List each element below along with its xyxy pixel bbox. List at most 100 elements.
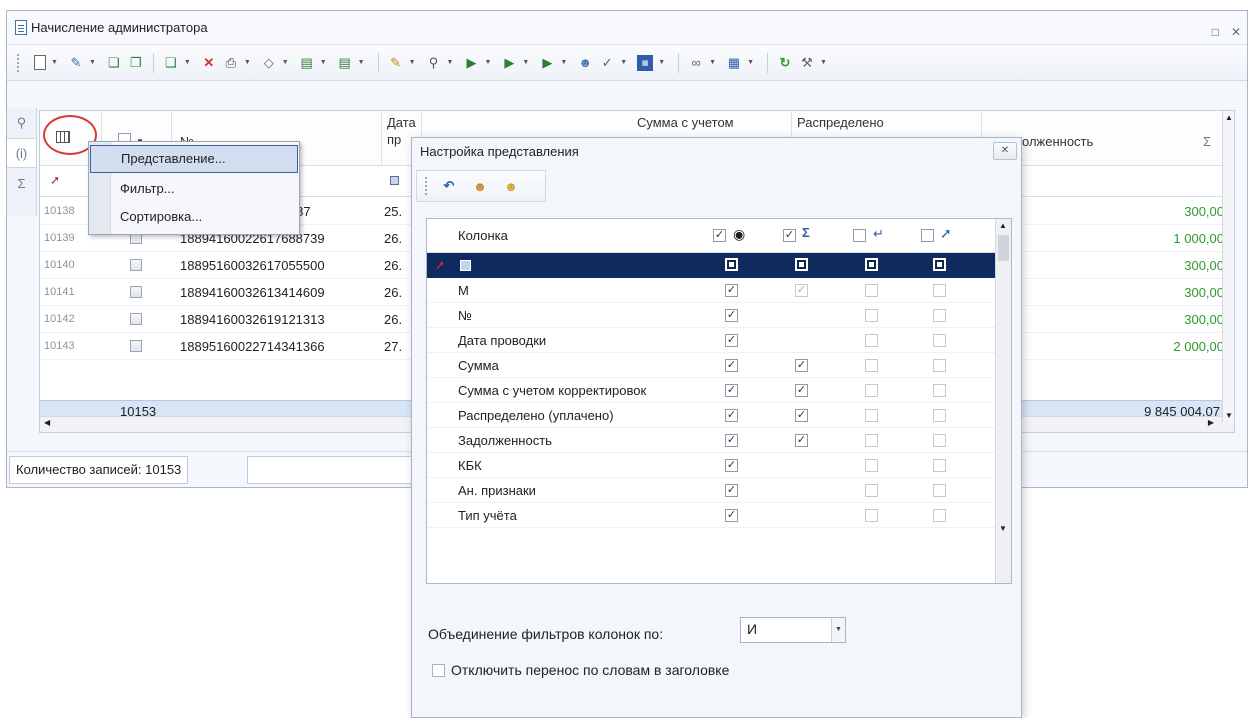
duplicate-icon[interactable]: ❑ — [163, 55, 179, 71]
filter-square-icon[interactable] — [390, 176, 399, 185]
eraser-icon[interactable]: ◇ — [261, 55, 277, 71]
dropdown-arrow-icon[interactable]: ▼ — [658, 59, 665, 66]
dropdown-arrow-icon[interactable]: ▼ — [244, 59, 251, 66]
visible-checkbox[interactable]: ✓ — [725, 359, 738, 372]
column-row[interactable]: Задолженность ✓ ✓ — [427, 428, 997, 453]
pin-checkbox[interactable] — [933, 459, 946, 472]
grid-icon[interactable]: ▦ — [637, 54, 654, 71]
scroll-up-icon[interactable]: ▲ — [999, 221, 1007, 230]
search-doc-icon[interactable]: ⚲ — [426, 55, 442, 71]
pin-checkbox[interactable] — [933, 484, 946, 497]
visible-checkbox[interactable]: ✓ — [725, 409, 738, 422]
wrap-checkbox[interactable] — [865, 384, 878, 397]
visible-checkbox[interactable]: ✓ — [725, 309, 738, 322]
visible-toggle[interactable] — [725, 258, 738, 271]
columns-scrollbar[interactable]: ▲ ▼ — [995, 219, 1011, 583]
all-visible-checkbox[interactable]: ✓ — [713, 229, 726, 242]
dropdown-arrow-icon[interactable]: ▼ — [282, 59, 289, 66]
pin-checkbox[interactable] — [933, 509, 946, 522]
all-wrap-checkbox[interactable] — [853, 229, 866, 242]
disable-wrap-option[interactable]: Отключить перенос по словам в заголовке — [432, 662, 729, 678]
column-row[interactable]: Дата проводки ✓ — [427, 328, 997, 353]
toolbar-grip[interactable] — [17, 53, 21, 72]
visible-checkbox[interactable]: ✓ — [725, 334, 738, 347]
visible-checkbox[interactable]: ✓ — [725, 434, 738, 447]
dropdown-arrow-icon[interactable]: ▼ — [747, 59, 754, 66]
menu-item-sort[interactable]: Сортировка... — [90, 203, 298, 231]
pin-checkbox[interactable] — [933, 384, 946, 397]
menu-item-filter[interactable]: Фильтр... — [90, 175, 298, 203]
users-icon[interactable]: ☻ — [577, 55, 593, 71]
dropdown-arrow-icon[interactable]: ▼ — [409, 59, 416, 66]
row-checkbox[interactable] — [130, 313, 142, 325]
tools-icon[interactable]: ⚒ — [799, 55, 815, 71]
selected-row[interactable]: ➚ — [427, 253, 997, 278]
sum-checkbox[interactable]: ✓ — [795, 359, 808, 372]
scroll-down-icon[interactable]: ▼ — [1225, 411, 1233, 420]
visible-checkbox[interactable]: ✓ — [725, 459, 738, 472]
dropdown-arrow-icon[interactable]: ▼ — [560, 59, 567, 66]
scroll-thumb[interactable] — [998, 235, 1009, 261]
wrap-checkbox[interactable] — [865, 284, 878, 297]
print-icon[interactable]: ⎙ — [223, 55, 239, 71]
document-edit-icon[interactable]: ✎ — [388, 55, 404, 71]
row-checkbox[interactable] — [130, 340, 142, 352]
column-row[interactable]: М ✓ ✓ — [427, 278, 997, 303]
forward2-icon[interactable]: ▶ — [501, 55, 517, 71]
menu-item-view[interactable]: Представление... — [90, 145, 298, 173]
pin-toggle[interactable] — [933, 258, 946, 271]
close-icon[interactable]: ✕ — [993, 142, 1017, 160]
close-icon[interactable]: ✕ — [1231, 25, 1241, 39]
dropdown-arrow-icon[interactable]: ▼ — [620, 59, 627, 66]
pin-icon[interactable]: ➚ — [50, 173, 60, 187]
wrap-checkbox[interactable] — [865, 359, 878, 372]
pin-checkbox[interactable] — [933, 334, 946, 347]
dropdown-arrow-icon[interactable]: ▼ — [709, 59, 716, 66]
dropdown-arrow-icon[interactable]: ▼ — [447, 59, 454, 66]
pin-checkbox[interactable] — [933, 309, 946, 322]
scroll-right-icon[interactable]: ▶ — [1208, 418, 1214, 427]
dropdown-arrow-icon[interactable]: ▼ — [820, 59, 827, 66]
sum-checkbox[interactable]: ✓ — [795, 409, 808, 422]
toolbar-grip[interactable] — [425, 177, 429, 195]
dropdown-arrow-icon[interactable]: ▼ — [358, 59, 365, 66]
dropdown-arrow-icon[interactable]: ▼ — [89, 59, 96, 66]
sum-toggle[interactable] — [795, 258, 808, 271]
column-row[interactable]: Ан. признаки ✓ — [427, 478, 997, 503]
dropdown-arrow-icon[interactable]: ▼ — [320, 59, 327, 66]
search-icon[interactable]: ⚲ — [7, 108, 36, 138]
user-remove-icon[interactable]: ☻ — [472, 178, 488, 194]
scroll-up-icon[interactable]: ▲ — [1225, 113, 1233, 122]
link-icon[interactable]: ∞ — [688, 55, 704, 71]
all-pin-checkbox[interactable] — [921, 229, 934, 242]
users-icon[interactable]: ☻ — [503, 178, 519, 194]
column-row[interactable]: Сумма ✓ ✓ — [427, 353, 997, 378]
forward3-icon[interactable]: ▶ — [539, 55, 555, 71]
pin-checkbox[interactable] — [933, 409, 946, 422]
wrap-checkbox[interactable] — [865, 309, 878, 322]
visible-checkbox[interactable]: ✓ — [725, 484, 738, 497]
column-row[interactable]: № ✓ — [427, 303, 997, 328]
visible-checkbox[interactable]: ✓ — [725, 384, 738, 397]
chevron-down-icon[interactable]: ▼ — [831, 618, 845, 642]
delete-icon[interactable]: ✕ — [201, 55, 217, 71]
pin-checkbox[interactable] — [933, 434, 946, 447]
dropdown-arrow-icon[interactable]: ▼ — [484, 59, 491, 66]
sum-checkbox[interactable]: ✓ — [795, 384, 808, 397]
scroll-down-icon[interactable]: ▼ — [999, 524, 1007, 533]
new-document-icon[interactable] — [34, 55, 46, 70]
undo-icon[interactable]: ↶ — [441, 178, 457, 194]
edit-icon[interactable]: ✎ — [68, 55, 84, 71]
export-icon[interactable]: ▤ — [337, 55, 353, 71]
wrap-checkbox[interactable] — [865, 409, 878, 422]
combine-filters-select[interactable]: И ▼ — [740, 617, 846, 643]
column-row[interactable]: Тип учёта ✓ — [427, 503, 997, 528]
pin-checkbox[interactable] — [933, 359, 946, 372]
dropdown-arrow-icon[interactable]: ▼ — [522, 59, 529, 66]
visible-checkbox[interactable]: ✓ — [725, 509, 738, 522]
scroll-left-icon[interactable]: ◀ — [44, 418, 50, 427]
wrap-checkbox[interactable] — [865, 334, 878, 347]
refresh-icon[interactable]: ↻ — [777, 55, 793, 71]
wrap-checkbox[interactable] — [865, 459, 878, 472]
restore-icon[interactable]: □ — [1212, 25, 1219, 39]
